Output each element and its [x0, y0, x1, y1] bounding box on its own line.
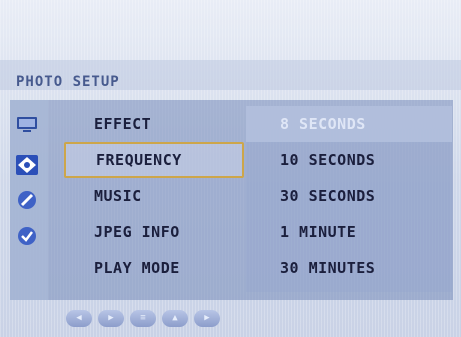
settings-icon[interactable]: [14, 189, 40, 211]
menu-item-play-mode[interactable]: PLAY MODE: [64, 250, 244, 286]
option-30-seconds[interactable]: 30 SECONDS: [246, 178, 452, 214]
monitor-icon[interactable]: [14, 114, 40, 136]
option-8-seconds[interactable]: 8 SECONDS: [246, 106, 452, 142]
menu-item-list: EFFECT FREQUENCY MUSIC JPEG INFO PLAY MO…: [64, 106, 244, 286]
menu-item-jpeg-info[interactable]: JPEG INFO: [64, 214, 244, 250]
option-1-minute[interactable]: 1 MINUTE: [246, 214, 452, 250]
option-30-minutes[interactable]: 30 MINUTES: [246, 250, 452, 286]
menu-item-effect[interactable]: EFFECT: [64, 106, 244, 142]
nav-play-button[interactable]: ▶: [98, 309, 124, 327]
menu-item-frequency[interactable]: FREQUENCY: [64, 142, 244, 178]
photo-setup-screen: PHOTO SETUP EFFECT FREQUENCY MUSIC JPEG …: [0, 0, 461, 337]
bottom-nav-strip: ◀ ▶ ≡ ▲ ▶: [66, 307, 252, 329]
check-icon[interactable]: [14, 225, 40, 247]
menu-title: PHOTO SETUP: [16, 74, 120, 90]
option-list: 8 SECONDS 10 SECONDS 30 SECONDS 1 MINUTE…: [246, 106, 452, 292]
nav-left-button[interactable]: ◀: [66, 309, 92, 327]
option-10-seconds[interactable]: 10 SECONDS: [246, 142, 452, 178]
nav-right-button[interactable]: ▶: [194, 309, 220, 327]
nav-up-button[interactable]: ▲: [162, 309, 188, 327]
nav-menu-button[interactable]: ≡: [130, 309, 156, 327]
menu-item-music[interactable]: MUSIC: [64, 178, 244, 214]
photo-icon[interactable]: [14, 154, 40, 176]
